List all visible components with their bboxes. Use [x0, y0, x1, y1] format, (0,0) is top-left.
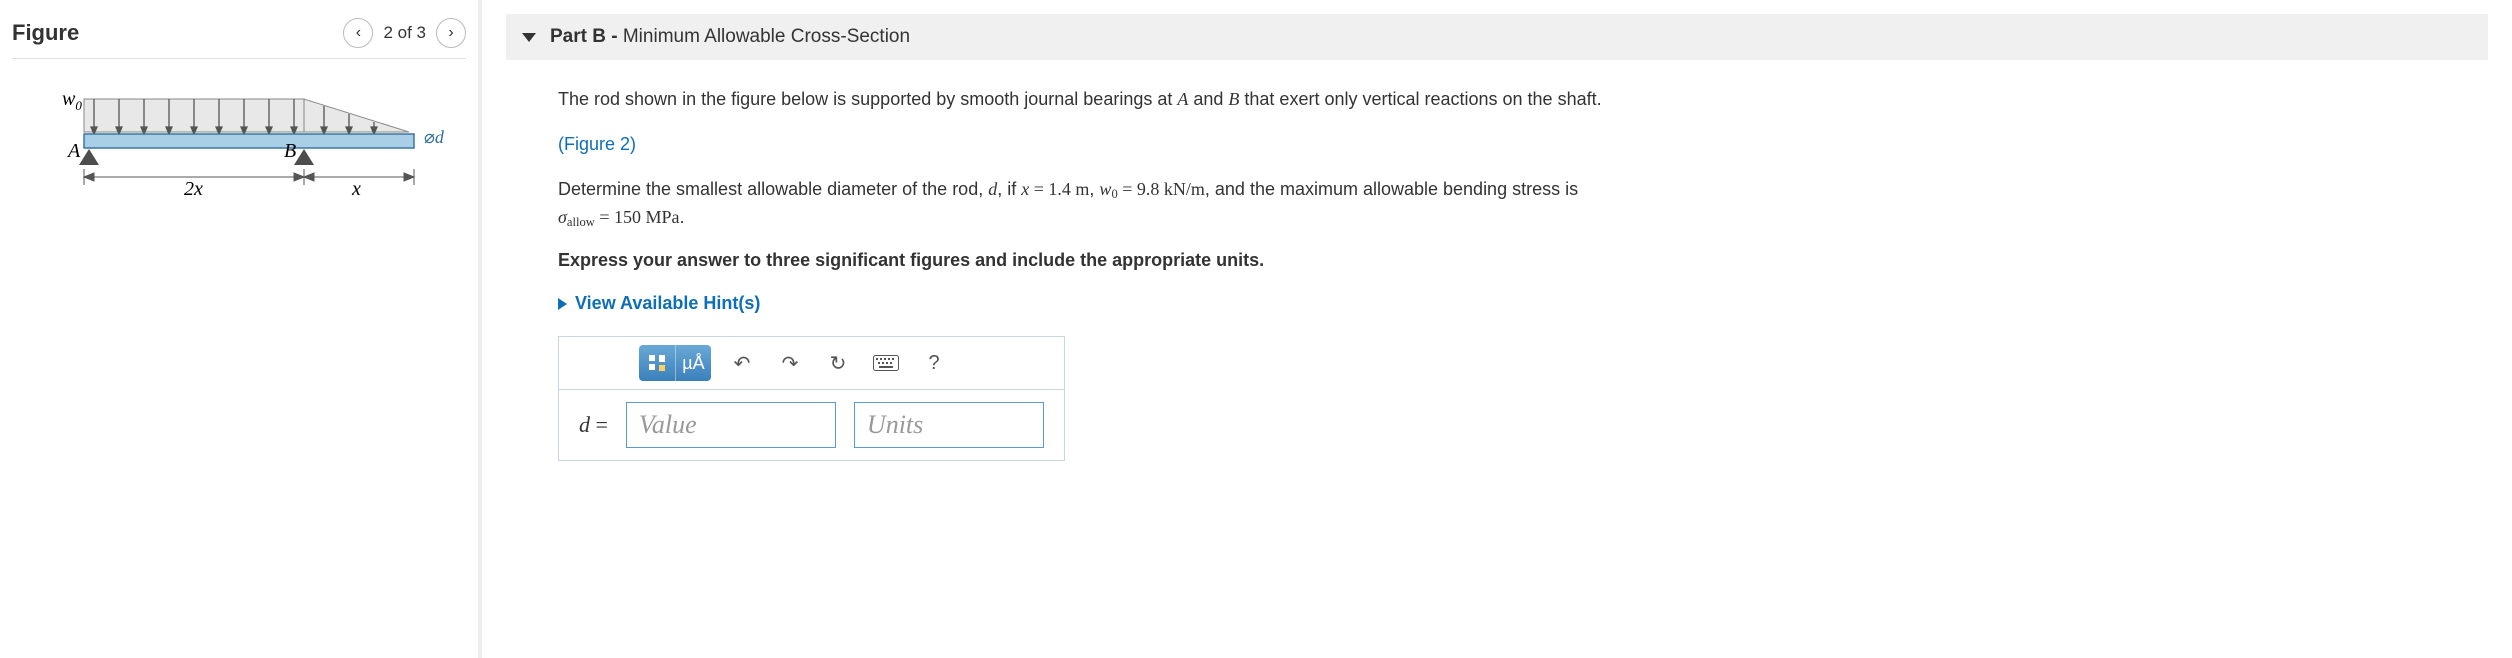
figure-title: Figure [12, 20, 79, 46]
figure-link[interactable]: (Figure 2) [558, 134, 636, 154]
answer-toolbar: µÅ ↶ ↷ ↻ ? [559, 337, 1064, 390]
units-symbol-button[interactable]: µÅ [675, 345, 711, 381]
figure-panel: Figure ‹ 2 of 3 › [0, 0, 478, 658]
answer-inputs: d = Value Units [559, 390, 1064, 460]
label-w0: w0 [62, 88, 82, 113]
figure-next-button[interactable]: › [436, 18, 466, 48]
problem-text: Determine the smallest allowable diamete… [558, 176, 2318, 232]
label-d: ⌀d [424, 127, 444, 147]
label-A: A [66, 140, 81, 162]
label-x: x [351, 178, 361, 200]
figure-header: Figure ‹ 2 of 3 › [12, 18, 466, 59]
figure-counter: 2 of 3 [383, 23, 426, 43]
part-header: Part B - Minimum Allowable Cross-Section [506, 14, 2488, 60]
help-button[interactable]: ? [917, 346, 951, 380]
fraction-icon [639, 345, 675, 381]
figure-prev-button[interactable]: ‹ [343, 18, 373, 48]
keyboard-button[interactable] [869, 346, 903, 380]
undo-button[interactable]: ↶ [725, 346, 759, 380]
part-title: Part B - Minimum Allowable Cross-Section [550, 26, 910, 48]
templates-button[interactable]: µÅ [639, 345, 711, 381]
value-input[interactable]: Value [626, 402, 836, 448]
units-input[interactable]: Units [854, 402, 1044, 448]
label-B: B [284, 140, 296, 162]
reset-button[interactable]: ↻ [821, 346, 855, 380]
view-hints-label: View Available Hint(s) [575, 293, 760, 314]
answer-widget: µÅ ↶ ↷ ↻ ? d = Value Units [558, 336, 1065, 461]
answer-variable: d = [579, 412, 608, 438]
label-2x: 2x [184, 178, 203, 200]
content-panel: Part B - Minimum Allowable Cross-Section… [482, 0, 2512, 658]
keyboard-icon [873, 355, 899, 371]
view-hints-button[interactable]: View Available Hint(s) [558, 293, 2318, 314]
intro-text: The rod shown in the figure below is sup… [558, 86, 2318, 113]
figure-image: w0 A B 2x x ⌀d [12, 59, 466, 235]
instruction-text: Express your answer to three significant… [558, 250, 2318, 271]
beam-diagram: w0 A B 2x x ⌀d [44, 87, 444, 207]
chevron-right-icon [558, 298, 567, 310]
redo-button[interactable]: ↷ [773, 346, 807, 380]
figure-nav: ‹ 2 of 3 › [343, 18, 466, 48]
collapse-icon[interactable] [522, 33, 536, 42]
